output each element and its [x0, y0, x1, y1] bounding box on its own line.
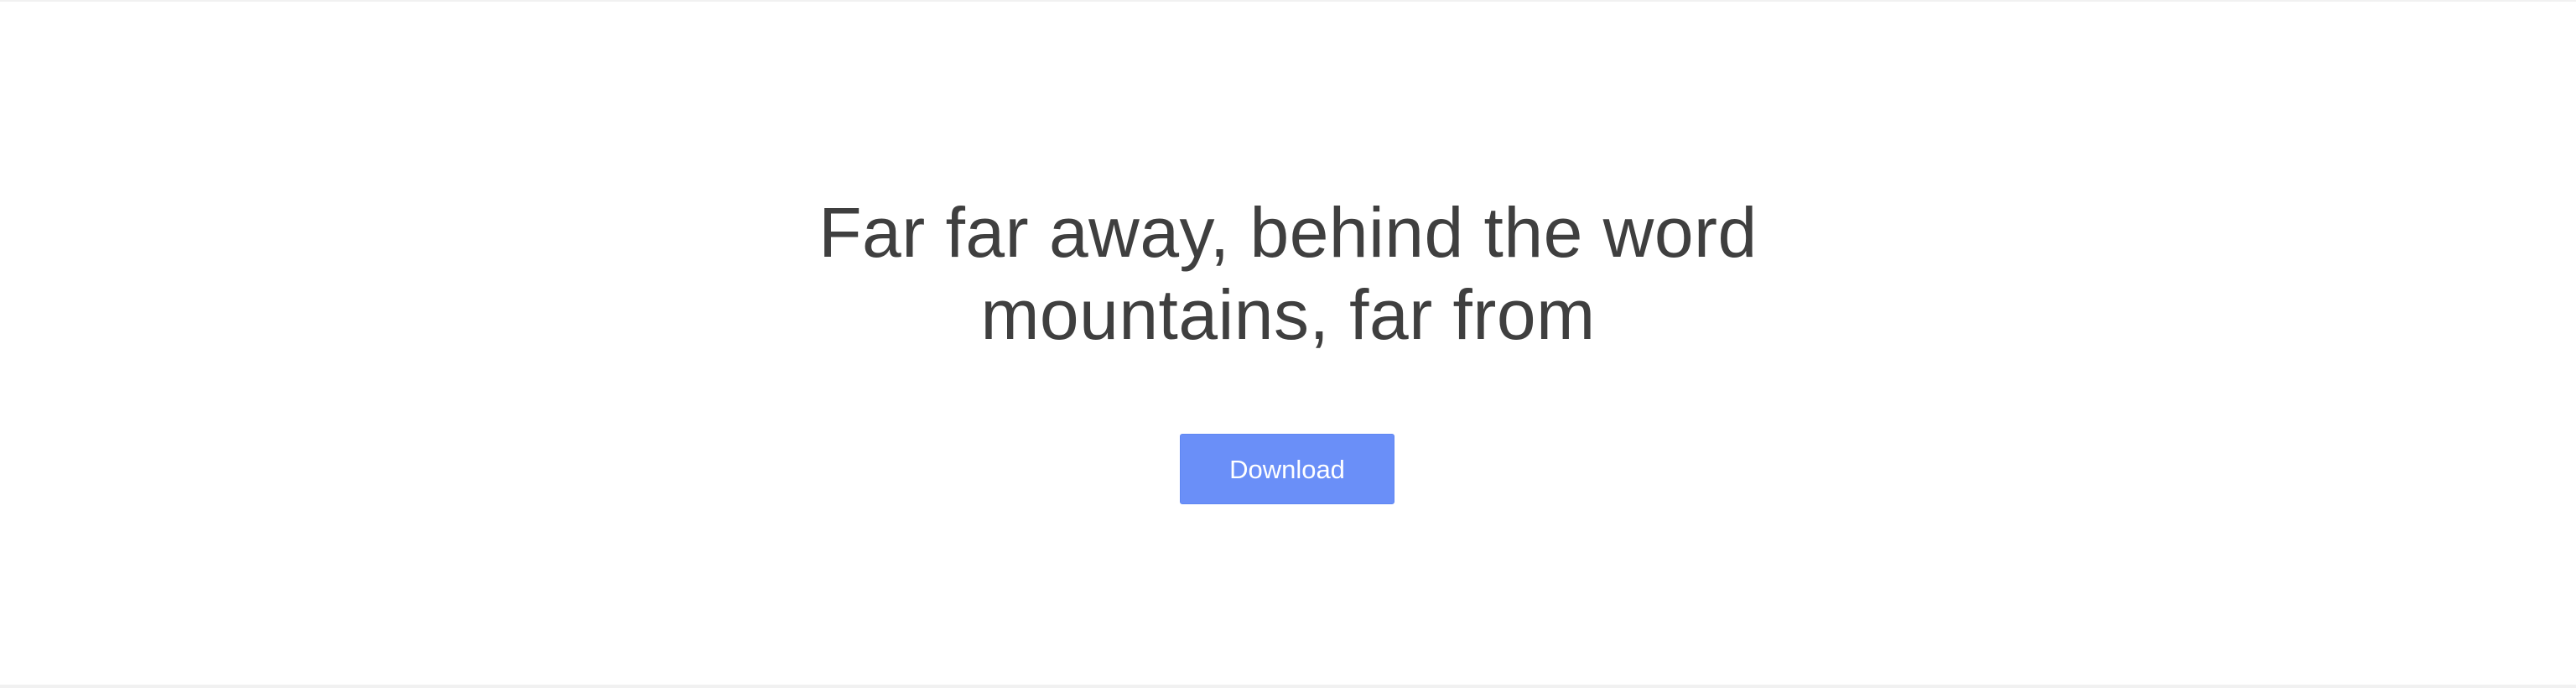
- download-button[interactable]: Download: [1180, 434, 1394, 504]
- hero-headline: Far far away, behind the word mountains,…: [0, 191, 2576, 356]
- hero-section: Far far away, behind the word mountains,…: [0, 2, 2576, 685]
- hero-headline-line-2: mountains, far from: [980, 275, 1596, 354]
- hero-headline-line-1: Far far away, behind the word: [818, 193, 1758, 272]
